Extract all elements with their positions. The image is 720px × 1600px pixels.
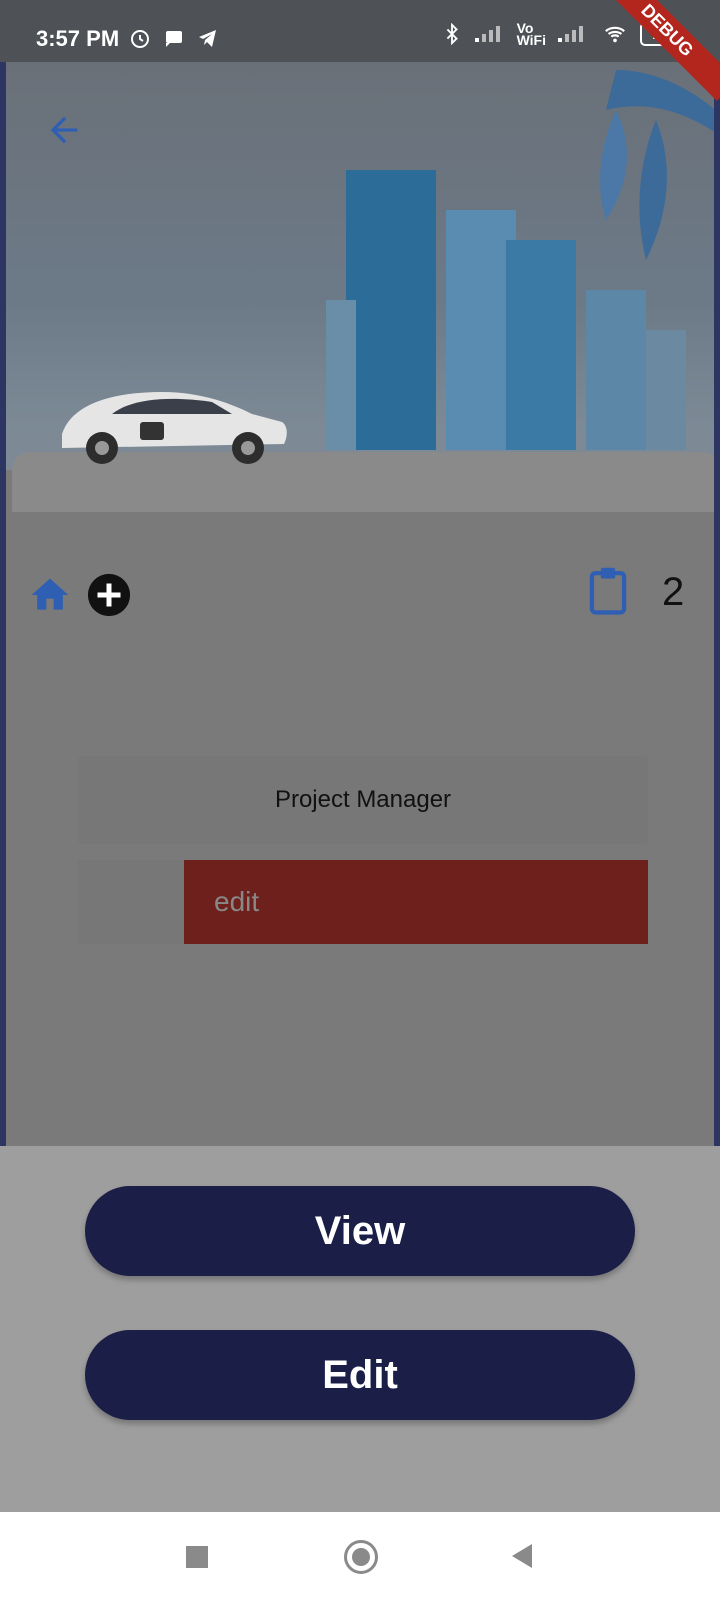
edit-swipe-label: edit [214, 886, 260, 917]
back-button[interactable] [44, 110, 84, 150]
home-nav-button[interactable] [344, 1540, 378, 1574]
back-nav-button[interactable] [508, 1542, 534, 1570]
telegram-icon [199, 30, 216, 47]
status-time: 3:57 PM [36, 26, 120, 51]
recent-apps-button[interactable] [186, 1546, 208, 1568]
edit-swipe-action[interactable]: edit [184, 860, 648, 944]
vowifi-badge: Vo WiFi [516, 21, 546, 48]
bottom-sheet: View Edit [0, 1146, 720, 1512]
home-icon [31, 578, 69, 610]
signal-icon [474, 26, 500, 42]
system-navigation-bar [0, 1512, 720, 1600]
role-title: Project Manager [274, 786, 452, 813]
status-bar: 3:57 PM Vo WiFi [0, 0, 720, 62]
vowifi-bottom: WiFi [516, 32, 546, 48]
home-nav-dot [352, 1548, 370, 1566]
role-card[interactable]: Project Manager [78, 756, 648, 844]
alarm-icon [131, 30, 149, 48]
car-illustration [62, 392, 287, 464]
wifi-icon [605, 26, 625, 43]
toolbar-row [28, 572, 132, 623]
home-button[interactable] [28, 573, 72, 622]
view-button-label: View [314, 1208, 406, 1253]
add-button[interactable] [86, 572, 132, 623]
view-button[interactable]: View [85, 1186, 635, 1276]
status-left-icons [128, 26, 220, 50]
edit-button[interactable]: Edit [85, 1330, 635, 1420]
app-screen: 2 Project Manager edit [0, 0, 720, 1146]
arrow-left-icon [50, 116, 78, 144]
bluetooth-icon [446, 23, 458, 45]
task-count: 2 [662, 570, 685, 614]
edit-button-label: Edit [322, 1352, 398, 1397]
add-circle-icon [87, 573, 131, 617]
clipboard-button[interactable] [586, 566, 630, 616]
clipboard-icon [589, 567, 627, 615]
message-icon [166, 31, 182, 47]
signal-icon-2 [558, 26, 583, 42]
